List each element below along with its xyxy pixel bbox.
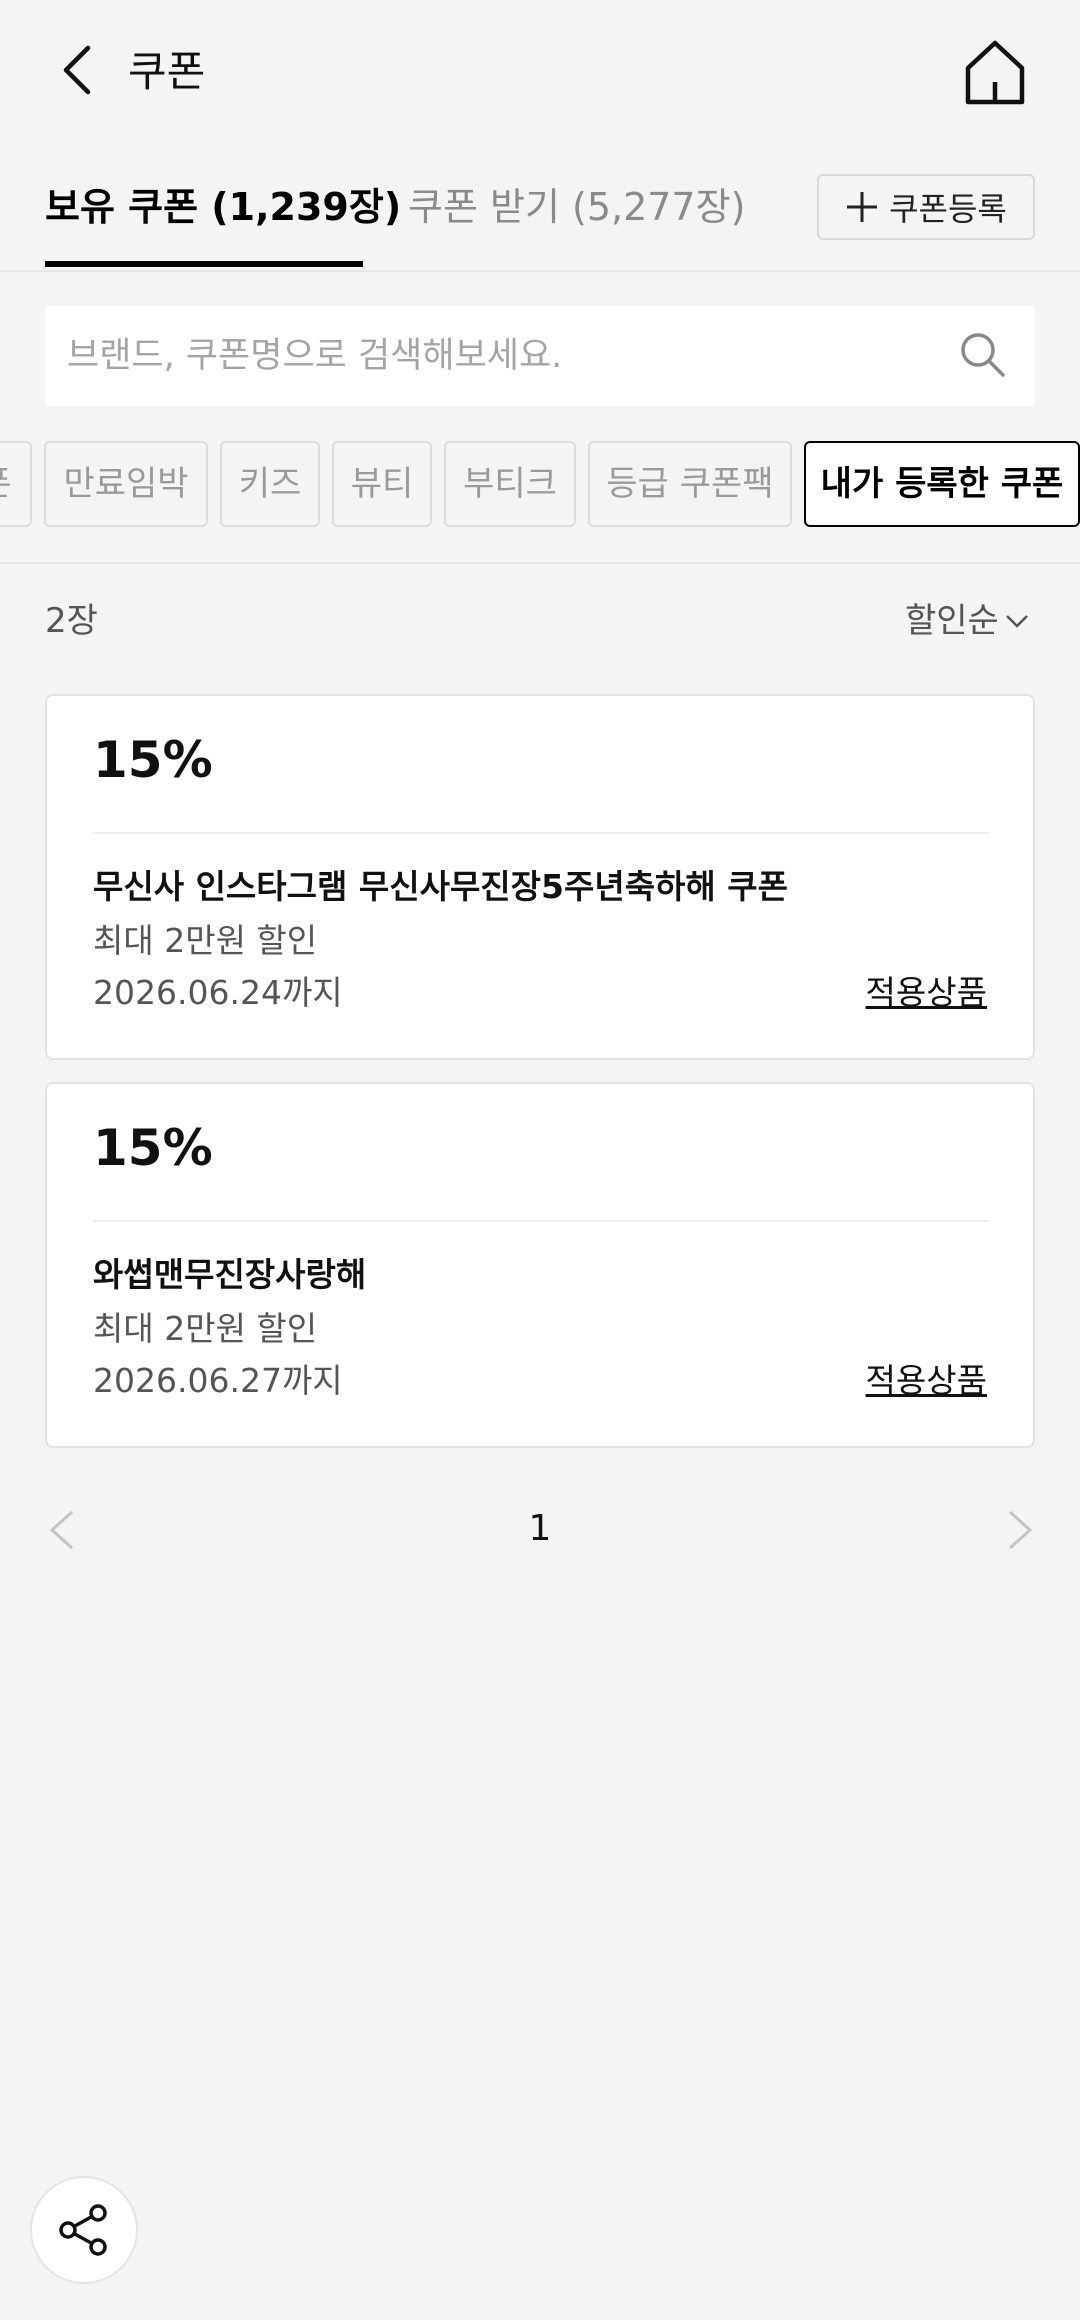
coupon-expiry-date: 2026.06.24까지 bbox=[93, 973, 343, 1012]
current-page-number[interactable]: 1 bbox=[520, 1504, 560, 1554]
share-icon bbox=[59, 2204, 107, 2256]
card-divider bbox=[93, 1220, 989, 1222]
page-title: 쿠폰 bbox=[128, 47, 206, 96]
register-coupon-label: 쿠폰등록 bbox=[889, 190, 1007, 228]
coupon-discount: 15% bbox=[93, 731, 213, 789]
coupon-expiry-date: 2026.06.27까지 bbox=[93, 1361, 343, 1400]
coupon-max-discount: 최대 2만원 할인 bbox=[93, 921, 318, 960]
chevron-right-icon[interactable] bbox=[1002, 1508, 1038, 1552]
chevron-down-icon bbox=[1005, 615, 1028, 628]
search-box bbox=[45, 306, 1035, 406]
active-tab-indicator bbox=[45, 261, 363, 267]
coupon-tabs: 보유 쿠폰 (1,239장) 쿠폰 받기 (5,277장) 쿠폰등록 bbox=[0, 160, 1080, 272]
search-icon[interactable] bbox=[958, 330, 1006, 378]
applicable-products-link[interactable]: 적용상품 bbox=[866, 1358, 987, 1404]
chip-kids[interactable]: 키즈 bbox=[220, 441, 320, 527]
plus-icon bbox=[847, 192, 878, 222]
divider bbox=[0, 562, 1080, 564]
home-button[interactable] bbox=[962, 38, 1028, 108]
app-header: 쿠폰 bbox=[0, 0, 1080, 145]
category-filter-chips: 폰 만료임박 키즈 뷰티 부티크 등급 쿠폰팩 내가 등록한 쿠폰 bbox=[0, 440, 1080, 532]
coupon-max-discount: 최대 2만원 할인 bbox=[93, 1309, 318, 1348]
coupon-name: 와썹맨무진장사랑해 bbox=[93, 1255, 367, 1294]
coupon-discount: 15% bbox=[93, 1119, 213, 1177]
tab-receive-coupons[interactable]: 쿠폰 받기 (5,277장) bbox=[408, 182, 745, 232]
register-coupon-button[interactable]: 쿠폰등록 bbox=[817, 174, 1035, 240]
back-button[interactable] bbox=[52, 40, 112, 100]
back-icon bbox=[63, 45, 91, 95]
coupon-count: 2장 bbox=[45, 601, 98, 641]
chip-boutique[interactable]: 부티크 bbox=[444, 441, 576, 527]
coupon-card[interactable]: 15% 와썹맨무진장사랑해 최대 2만원 할인 2026.06.27까지 적용상… bbox=[45, 1082, 1035, 1448]
chip-coupon[interactable]: 폰 bbox=[0, 441, 32, 527]
chip-expiring[interactable]: 만료임박 bbox=[44, 441, 208, 527]
sort-dropdown[interactable]: 할인순 bbox=[905, 596, 1031, 646]
share-button[interactable] bbox=[30, 2176, 138, 2284]
tab-owned-coupons[interactable]: 보유 쿠폰 (1,239장) bbox=[45, 182, 401, 232]
coupon-card[interactable]: 15% 무신사 인스타그램 무신사무진장5주년축하해 쿠폰 최대 2만원 할인 … bbox=[45, 694, 1035, 1060]
chip-grade-coupon-pack[interactable]: 등급 쿠폰팩 bbox=[588, 441, 792, 527]
chip-beauty[interactable]: 뷰티 bbox=[332, 441, 432, 527]
chevron-left-icon[interactable] bbox=[44, 1508, 80, 1552]
search-input[interactable] bbox=[67, 306, 967, 406]
chip-my-registered-coupons[interactable]: 내가 등록한 쿠폰 bbox=[804, 441, 1080, 527]
card-divider bbox=[93, 832, 989, 834]
applicable-products-link[interactable]: 적용상품 bbox=[866, 970, 987, 1016]
sort-label: 할인순 bbox=[905, 601, 999, 641]
coupon-name: 무신사 인스타그램 무신사무진장5주년축하해 쿠폰 bbox=[93, 867, 788, 906]
home-icon bbox=[965, 40, 1025, 105]
